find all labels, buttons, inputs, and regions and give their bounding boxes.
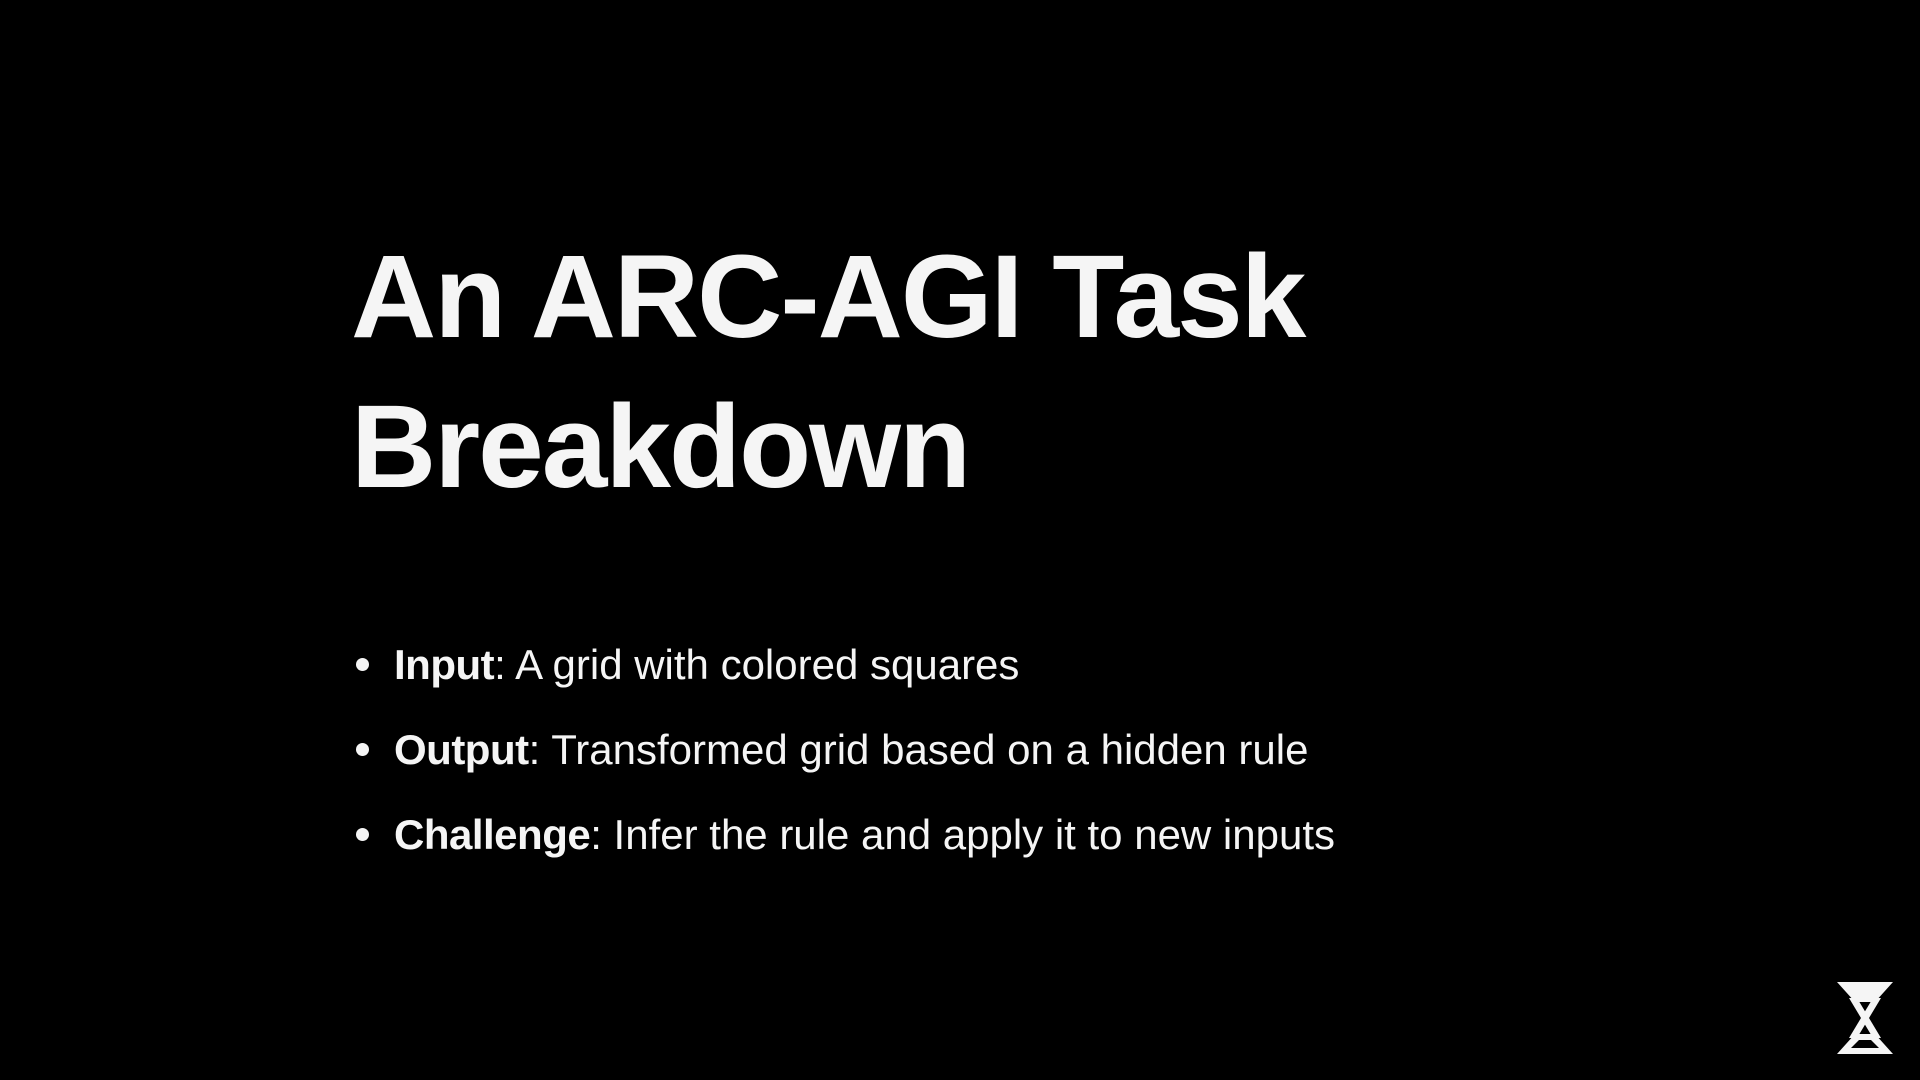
- bullet-text: Transformed grid based on a hidden rule: [540, 726, 1309, 773]
- bullet-dot-icon: [356, 828, 369, 841]
- bullet-dot-icon: [356, 743, 369, 756]
- bullet-key: Challenge: [394, 811, 591, 858]
- bullet-key: Input: [394, 641, 495, 688]
- bullet-item-challenge: Challenge: Infer the rule and apply it t…: [351, 792, 1651, 877]
- slide-title-line-1: An ARC-AGI Task: [351, 231, 1306, 363]
- bullet-separator: :: [494, 641, 506, 688]
- bullet-item-output: Output: Transformed grid based on a hidd…: [351, 707, 1651, 792]
- bullet-list: Input: A grid with colored squares Outpu…: [351, 622, 1651, 877]
- bullet-item-input: Input: A grid with colored squares: [351, 622, 1651, 707]
- slide-title-line-2: Breakdown: [351, 381, 971, 513]
- bullet-text: A grid with colored squares: [505, 641, 1020, 688]
- bullet-text: Infer the rule and apply it to new input…: [601, 811, 1336, 858]
- slide: An ARC-AGI Task Breakdown Input: A grid …: [0, 0, 1920, 1080]
- slide-title: An ARC-AGI Task Breakdown: [351, 222, 1651, 522]
- slide-content: An ARC-AGI Task Breakdown Input: A grid …: [351, 222, 1651, 877]
- bullet-separator: :: [590, 811, 602, 858]
- bullet-key: Output: [394, 726, 529, 773]
- bullet-dot-icon: [356, 658, 369, 671]
- bullet-separator: :: [528, 726, 541, 773]
- hourglass-x-logo-icon: [1837, 982, 1893, 1054]
